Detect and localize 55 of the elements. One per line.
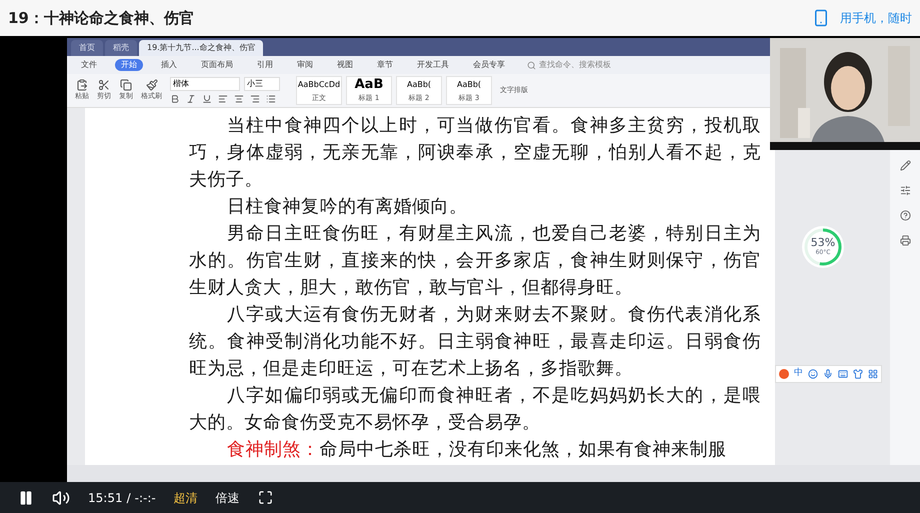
help-icon[interactable] [900, 210, 910, 221]
menu-tab[interactable]: 会员专享 [467, 59, 511, 71]
menu-tab[interactable]: 开始 [115, 59, 143, 71]
align-left-icon[interactable] [218, 94, 228, 104]
font-size-field[interactable]: 小三 [244, 77, 280, 91]
menu-tab[interactable]: 开发工具 [411, 59, 455, 71]
document-tab[interactable]: 稻壳 [105, 40, 137, 56]
paragraph: 当柱中食神四个以上时，可当做伤官看。食神多主贫穷，投机取巧，身体虚弱，无亲无靠，阿谀奉承，空虚无聊，怕别人看不起，克夫伤子。 [189, 114, 761, 192]
paragraph: 食神制煞：命局中七杀旺，没有印来化煞，如果有食神来制服 [226, 438, 728, 462]
smile-icon [808, 368, 818, 379]
menu-tab[interactable]: 审阅 [291, 59, 319, 71]
pause-button[interactable] [18, 490, 34, 506]
document-tab[interactable]: 首页 [71, 40, 103, 56]
pencil-icon[interactable] [900, 160, 910, 171]
paragraph: 八字如偏印弱或无偏印而食神旺者，不是吃妈妈奶长大的，是喂大的。女命食伤受克不易怀孕，受合易孕。 [189, 384, 761, 435]
mic-icon [823, 368, 833, 379]
scissors-icon [98, 79, 110, 92]
duration-text: -:-:- [134, 490, 156, 506]
grid-icon [868, 368, 878, 379]
menu-tab[interactable]: 章节 [371, 59, 399, 71]
paragraph: 男命日主旺食伤旺，有财星主风流，也爱自己老婆，特别日主为水的。伤官生财，直接来的快，会开多家店，食神生财则保守，伤官生财人贪大，胆大，敢伤官，敢与官斗，但都得身旺。 [189, 222, 761, 300]
paragraph: 日柱食神复吟的有离婚倾向。 [226, 195, 468, 219]
quality-button[interactable]: 超清 [174, 488, 198, 506]
keyboard-icon [838, 368, 848, 379]
menu-tab[interactable]: 文件 [75, 59, 103, 71]
document-tab[interactable]: 19.第十九节...命之食神、伤官 [139, 40, 264, 56]
speed-button[interactable]: 倍速 [216, 488, 240, 506]
copy-icon [120, 79, 132, 92]
gauge-reading: 53% [810, 237, 836, 249]
sliders-icon[interactable] [900, 185, 910, 196]
shirt-icon [853, 368, 863, 379]
list-icon[interactable] [266, 94, 276, 104]
current-time: 15:51 [88, 490, 123, 506]
menu-tab[interactable]: 页面布局 [195, 59, 239, 71]
align-right-icon[interactable] [250, 94, 260, 104]
underline-icon[interactable] [202, 94, 212, 104]
menu-tab[interactable]: 插入 [155, 59, 183, 71]
font-family-field[interactable]: 楷体 [170, 77, 240, 91]
printer-icon[interactable] [900, 235, 910, 246]
input-logo-icon [779, 368, 789, 379]
align-center-icon[interactable] [234, 94, 244, 104]
bold-icon[interactable] [170, 94, 180, 104]
search-icon [527, 60, 536, 70]
fullscreen-icon[interactable] [258, 490, 273, 505]
time-separator: / [126, 490, 131, 506]
menu-tab[interactable]: 引用 [251, 59, 279, 71]
italic-icon[interactable] [186, 94, 196, 104]
menu-tab[interactable]: 视图 [331, 59, 359, 71]
input-mode-text: 中 [794, 367, 803, 380]
volume-icon[interactable] [52, 488, 70, 506]
page-title: 19：十神论命之食神、伤官 [8, 8, 194, 29]
brush-icon [146, 79, 158, 92]
paragraph: 八字或大运有食伤无财者，为财来财去不聚财。食伤代表消化系统。食神受制消化功能不好。日主弱食神旺，最喜走印运。日弱食伤旺为忌，但是走印旺运，可在艺术上扬名，多指歌舞。 [189, 303, 761, 381]
paste-icon [76, 79, 88, 92]
phone-icon [812, 7, 830, 29]
